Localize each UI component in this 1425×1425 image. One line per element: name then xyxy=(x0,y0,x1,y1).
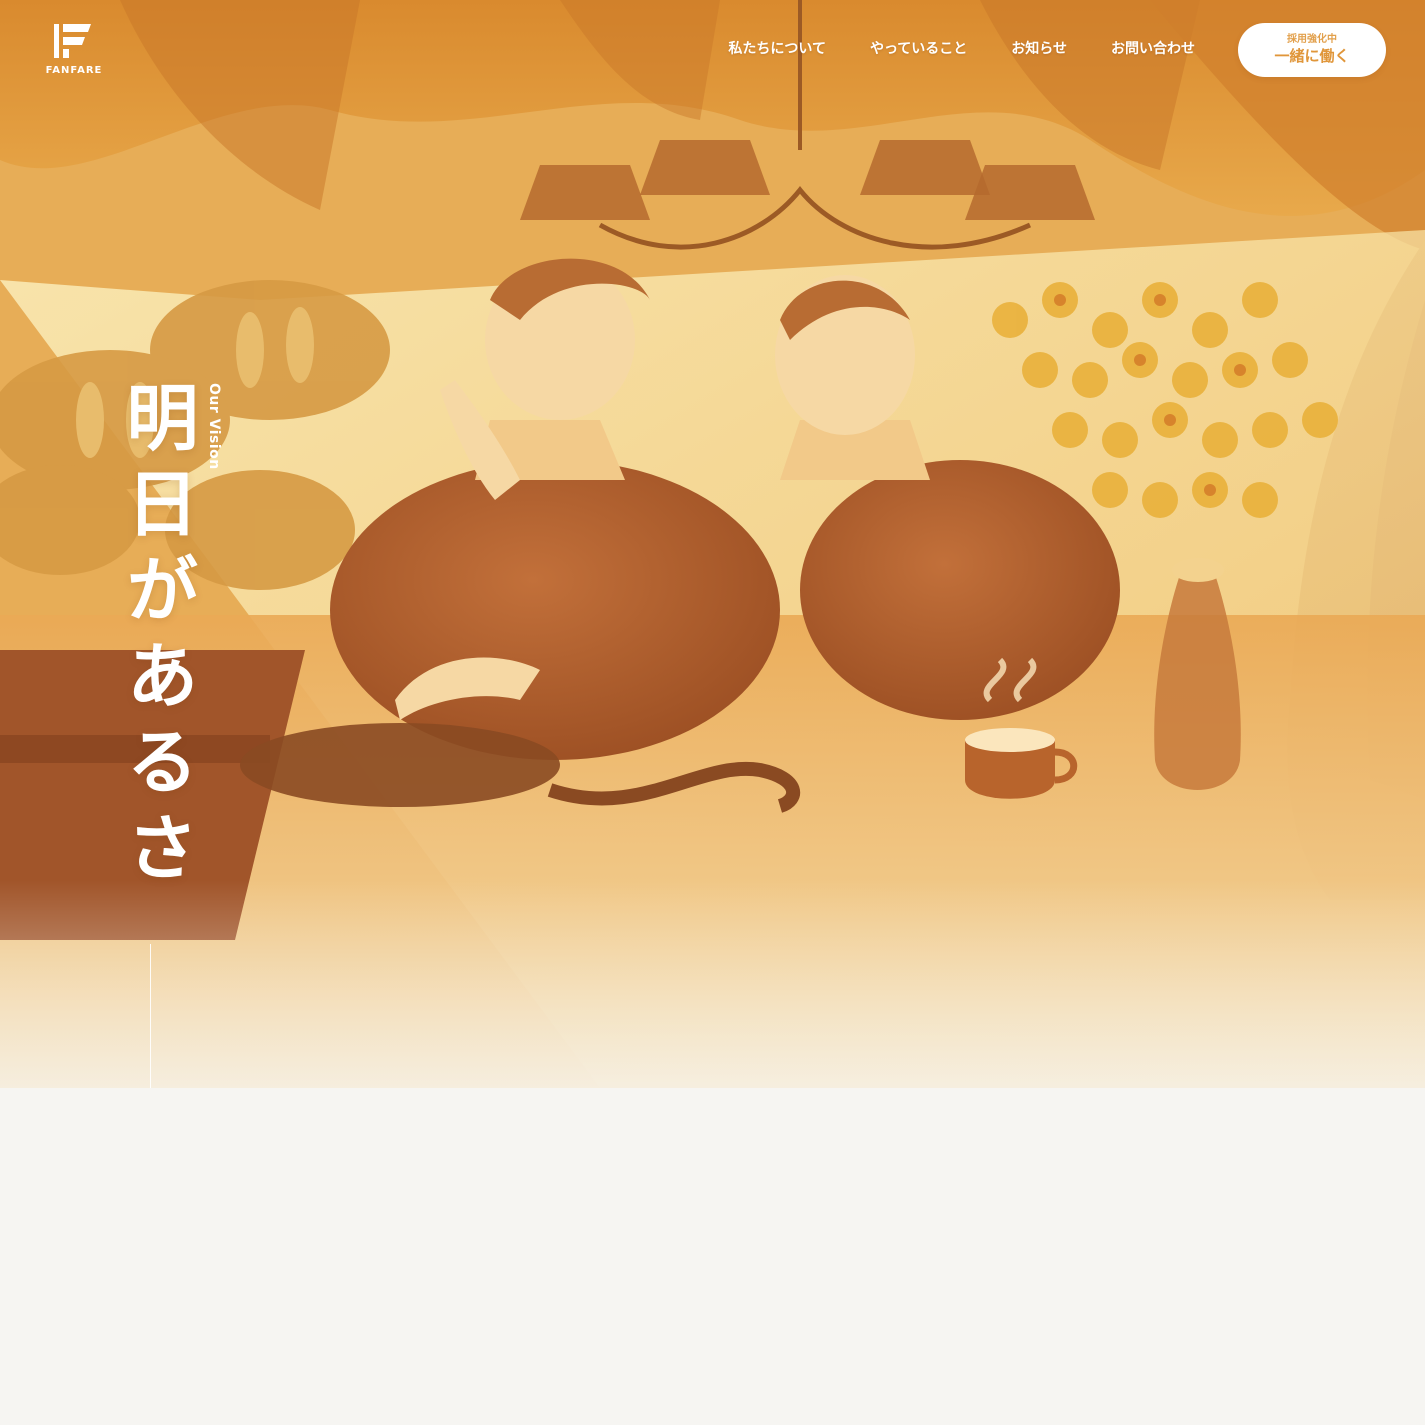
nav-item-contact[interactable]: お問い合わせ xyxy=(1111,38,1195,58)
page: 明日があるさ Our Vision FANFARE 私たちについて やっているこ… xyxy=(0,0,1425,1425)
logo-link[interactable]: FANFARE xyxy=(36,20,112,80)
site-header: FANFARE 私たちについて やっていること お知らせ お問い合わせ 採用強化… xyxy=(0,0,1425,100)
vision-label: Our Vision xyxy=(206,383,222,470)
hero-section: 明日があるさ Our Vision xyxy=(0,0,1425,1088)
recruit-button[interactable]: 採用強化中 一緒に働く xyxy=(1238,23,1386,77)
nav-item-about[interactable]: 私たちについて xyxy=(728,38,826,58)
vision-title: 明日があるさ xyxy=(114,380,198,896)
scroll-indicator-line xyxy=(150,944,151,1088)
nav-item-services[interactable]: やっていること xyxy=(870,38,967,58)
nav-item-news[interactable]: お知らせ xyxy=(1011,38,1067,58)
main-nav: 私たちについて やっていること お知らせ お問い合わせ xyxy=(684,38,1195,58)
recruit-sub-label: 採用強化中 xyxy=(1287,34,1337,45)
recruit-main-label: 一緒に働く xyxy=(1274,47,1350,65)
logo-text: FANFARE xyxy=(45,65,103,76)
hero-illustration xyxy=(0,0,1425,1088)
fanfare-logo-icon xyxy=(54,24,91,58)
